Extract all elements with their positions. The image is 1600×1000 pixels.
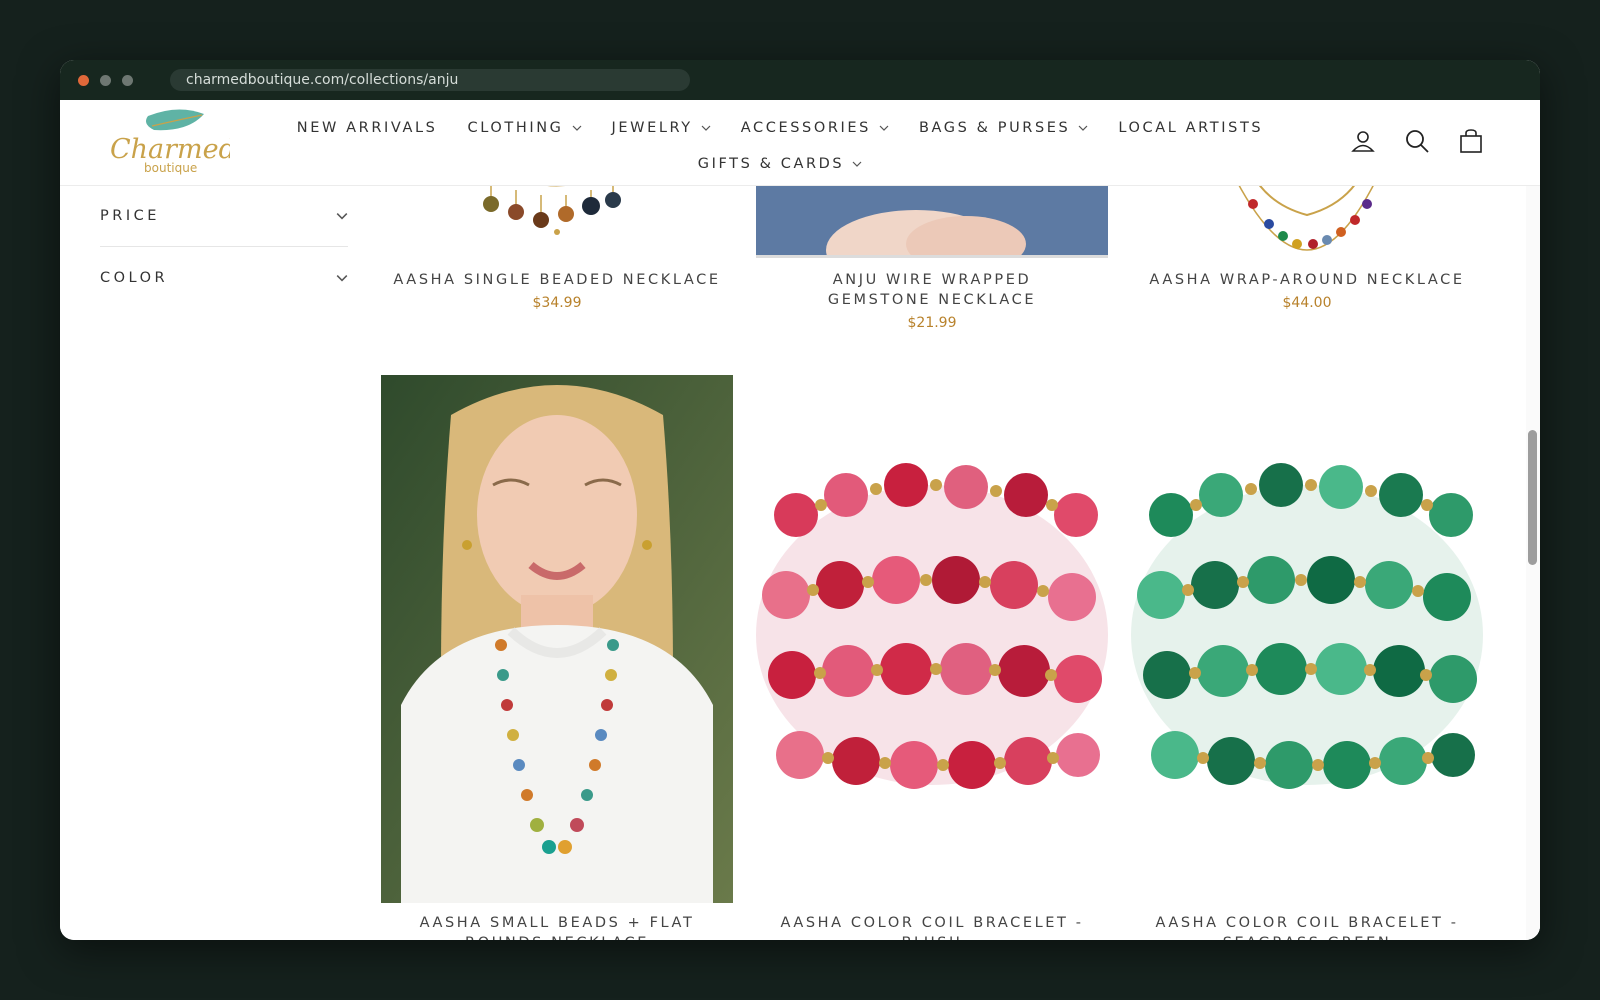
nav-label: NEW ARRIVALS bbox=[296, 120, 438, 136]
close-window-button[interactable] bbox=[78, 75, 89, 86]
nav-accessories[interactable]: ACCESSORIES bbox=[741, 120, 889, 136]
product-card-2[interactable]: ANJU WIRE WRAPPED GEMSTONE NECKLACE $21.… bbox=[756, 270, 1108, 331]
filter-color[interactable]: COLOR bbox=[100, 247, 348, 308]
browser-window: charmedboutique.com/collections/anju AAS… bbox=[60, 60, 1540, 940]
chevron-down-icon bbox=[879, 125, 889, 131]
filter-sidebar: PRICE COLOR bbox=[100, 185, 348, 308]
address-bar[interactable]: charmedboutique.com/collections/anju bbox=[170, 69, 690, 91]
chevron-down-icon bbox=[1078, 125, 1088, 131]
page-scrollbar[interactable] bbox=[1526, 100, 1540, 940]
site-logo[interactable]: Charmed boutique bbox=[108, 106, 236, 178]
chevron-down-icon bbox=[336, 274, 348, 282]
product-card-5[interactable]: AASHA COLOR COIL BRACELET - BLUSH bbox=[756, 913, 1108, 940]
site-header: Charmed boutique NEW ARRIVALS CLOTHING J… bbox=[60, 100, 1540, 186]
product-image-6[interactable] bbox=[1131, 375, 1483, 903]
nav-label: BAGS & PURSES bbox=[918, 120, 1071, 136]
chevron-down-icon bbox=[572, 125, 581, 131]
nav-label: LOCAL ARTISTS bbox=[1118, 120, 1264, 136]
main-nav: NEW ARRIVALS CLOTHING JEWELRY ACCESSORIE… bbox=[297, 110, 1261, 182]
product-card-4[interactable]: AASHA SMALL BEADS + FLAT ROUNDS NECKLACE bbox=[381, 913, 733, 940]
cart-icon[interactable] bbox=[1458, 128, 1484, 154]
nav-label: ACCESSORIES bbox=[740, 120, 871, 136]
nav-label: JEWELRY bbox=[611, 120, 693, 136]
product-name[interactable]: ANJU WIRE WRAPPED GEMSTONE NECKLACE bbox=[756, 270, 1108, 310]
chevron-down-icon bbox=[336, 212, 348, 220]
product-name[interactable]: AASHA SMALL BEADS + FLAT ROUNDS NECKLACE bbox=[381, 913, 733, 940]
product-card-6[interactable]: AASHA COLOR COIL BRACELET - SEAGRASS GRE… bbox=[1131, 913, 1483, 940]
nav-jewelry[interactable]: JEWELRY bbox=[612, 120, 711, 136]
nav-gifts-cards[interactable]: GIFTS & CARDS bbox=[698, 156, 862, 172]
page-viewport: AASHA SINGLE BEADED NECKLACE $34.99 ANJU… bbox=[60, 100, 1540, 940]
product-price: $21.99 bbox=[907, 315, 957, 331]
chevron-down-icon bbox=[852, 161, 862, 167]
product-card-1[interactable]: AASHA SINGLE BEADED NECKLACE $34.99 bbox=[381, 270, 733, 311]
product-image-5[interactable] bbox=[756, 375, 1108, 903]
header-icons bbox=[1350, 128, 1484, 154]
browser-chrome: charmedboutique.com/collections/anju bbox=[60, 60, 1540, 100]
product-name[interactable]: AASHA COLOR COIL BRACELET - SEAGRASS GRE… bbox=[1131, 913, 1483, 940]
product-price: $44.00 bbox=[1282, 295, 1332, 311]
product-name[interactable]: AASHA COLOR COIL BRACELET - BLUSH bbox=[756, 913, 1108, 940]
minimize-window-button[interactable] bbox=[100, 75, 111, 86]
product-name[interactable]: AASHA SINGLE BEADED NECKLACE bbox=[381, 270, 733, 290]
nav-local-artists[interactable]: LOCAL ARTISTS bbox=[1118, 120, 1263, 136]
product-image-4[interactable] bbox=[381, 375, 733, 903]
account-icon[interactable] bbox=[1350, 128, 1376, 154]
logo-subtext: boutique bbox=[144, 161, 197, 175]
maximize-window-button[interactable] bbox=[122, 75, 133, 86]
filter-price[interactable]: PRICE bbox=[100, 185, 348, 247]
scrollbar-thumb[interactable] bbox=[1528, 430, 1537, 565]
chevron-down-icon bbox=[701, 125, 711, 131]
product-price: $34.99 bbox=[532, 295, 582, 311]
nav-clothing[interactable]: CLOTHING bbox=[467, 120, 581, 136]
nav-label: CLOTHING bbox=[467, 120, 564, 136]
search-icon[interactable] bbox=[1404, 128, 1430, 154]
filter-label: COLOR bbox=[100, 269, 169, 286]
filter-label: PRICE bbox=[100, 207, 160, 224]
product-card-3[interactable]: AASHA WRAP-AROUND NECKLACE $44.00 bbox=[1131, 270, 1483, 311]
nav-bags-purses[interactable]: BAGS & PURSES bbox=[919, 120, 1088, 136]
product-name[interactable]: AASHA WRAP-AROUND NECKLACE bbox=[1131, 270, 1483, 290]
nav-new-arrivals[interactable]: NEW ARRIVALS bbox=[297, 120, 438, 136]
nav-label: GIFTS & CARDS bbox=[697, 156, 845, 172]
